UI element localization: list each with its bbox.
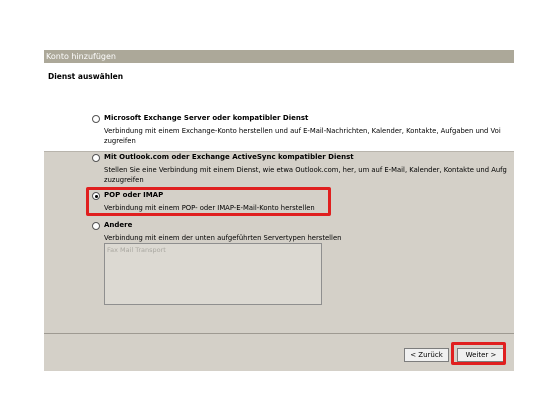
footer-divider: [44, 333, 514, 334]
server-type-list[interactable]: Fax Mail Transport: [104, 243, 322, 305]
option-outlook-com-description: Stellen Sie eine Verbindung mit einem Di…: [104, 166, 507, 184]
next-button-highlight: [451, 342, 506, 365]
option-exchange-label[interactable]: Microsoft Exchange Server oder kompatibl…: [104, 114, 308, 122]
option-outlook-com-label[interactable]: Mit Outlook.com oder Exchange ActiveSync…: [104, 153, 354, 161]
radio-exchange[interactable]: [92, 115, 100, 123]
pop-imap-highlight: [86, 187, 331, 216]
option-other-description: Verbindung mit einem der unten aufgeführ…: [104, 234, 342, 242]
radio-outlook-com[interactable]: [92, 154, 100, 162]
option-exchange-description: Verbindung mit einem Exchange-Konto hers…: [104, 127, 501, 145]
back-button[interactable]: < Zurück: [404, 348, 449, 362]
radio-other[interactable]: [92, 222, 100, 230]
dialog-title: Konto hinzufügen: [46, 52, 116, 61]
page-title: Dienst auswählen: [48, 72, 124, 81]
header-divider: [44, 151, 514, 152]
list-item[interactable]: Fax Mail Transport: [107, 246, 166, 254]
dialog-titlebar: Konto hinzufügen: [44, 50, 514, 63]
option-other-label[interactable]: Andere: [104, 221, 132, 229]
